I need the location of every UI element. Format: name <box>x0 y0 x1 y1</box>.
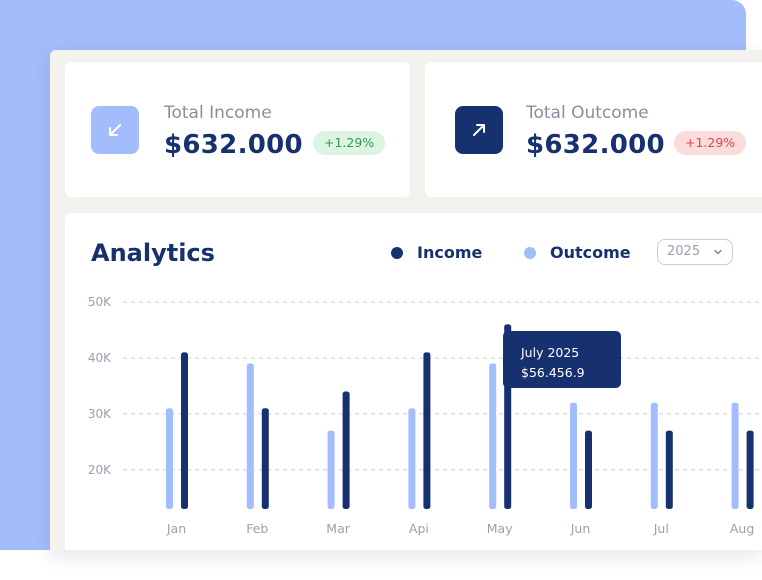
income-change-badge: +1.29% <box>313 131 386 155</box>
bar-income-jun[interactable] <box>585 430 592 509</box>
x-tick-label: Aug <box>730 521 754 536</box>
bar-outcome-aug[interactable] <box>731 402 739 509</box>
bar-outcome-may[interactable] <box>489 363 497 509</box>
legend-outcome-label: Outcome <box>550 243 631 262</box>
y-tick-label: 50K <box>88 295 112 309</box>
bar-income-feb[interactable] <box>261 408 269 509</box>
legend-income[interactable]: Income <box>391 243 482 262</box>
tooltip-title: July 2025 <box>521 345 580 360</box>
total-income-card: Total Income $632.000 +1.29% <box>65 62 410 197</box>
year-select-value: 2025 <box>667 244 701 259</box>
x-tick-label: Jun <box>570 521 591 536</box>
x-tick-label: Api <box>409 521 429 536</box>
bar-outcome-jun[interactable] <box>570 402 577 509</box>
bar-outcome-feb[interactable] <box>246 363 254 509</box>
legend-outcome-dot <box>524 246 536 259</box>
total-income-value: $632.000 <box>164 130 303 160</box>
legend-income-label: Income <box>417 243 483 262</box>
bar-income-jul[interactable] <box>665 430 673 509</box>
bar-outcome-mar[interactable] <box>327 430 335 509</box>
x-tick-label: Jan <box>166 521 186 536</box>
x-tick-label: Feb <box>246 521 268 536</box>
legend-income-dot <box>391 246 403 259</box>
outcome-change-badge: +1.29% <box>674 131 747 155</box>
x-tick-label: Mar <box>326 521 350 536</box>
bar-outcome-jul[interactable] <box>650 402 658 509</box>
legend-outcome[interactable]: Outcome <box>524 243 631 262</box>
bar-income-api[interactable] <box>423 352 431 509</box>
chart-tooltip: July 2025 $56.456.9 <box>503 331 621 388</box>
y-tick-label: 20K <box>88 463 112 477</box>
total-outcome-label: Total Outcome <box>526 103 649 123</box>
x-tick-label: Jul <box>653 521 669 536</box>
y-tick-label: 40K <box>88 351 112 365</box>
total-outcome-value: $632.000 <box>526 130 665 160</box>
total-income-label: Total Income <box>164 103 272 123</box>
chevron-down-icon <box>714 249 722 255</box>
analytics-card: 20K 30K 40K 50K Jan Feb Mar Api May Jun Jul Aug Ana… <box>65 213 762 550</box>
bar-income-mar[interactable] <box>342 391 350 509</box>
analytics-title: Analytics <box>91 239 215 267</box>
total-outcome-card: Total Outcome $632.000 +1.29% <box>425 62 762 197</box>
arrow-down-left-icon <box>91 106 139 154</box>
x-tick-label: May <box>487 521 513 536</box>
bar-income-jan[interactable] <box>181 352 188 509</box>
tooltip-value: $56.456.9 <box>521 365 585 380</box>
bar-income-aug[interactable] <box>746 430 754 509</box>
year-select[interactable]: 2025 <box>657 239 733 265</box>
bar-outcome-jan[interactable] <box>166 408 173 509</box>
y-tick-label: 30K <box>88 407 112 421</box>
arrow-up-right-icon <box>455 106 503 154</box>
bar-outcome-api[interactable] <box>408 408 416 509</box>
dashboard-panel: Total Income $632.000 +1.29% Total Outco… <box>50 50 762 550</box>
